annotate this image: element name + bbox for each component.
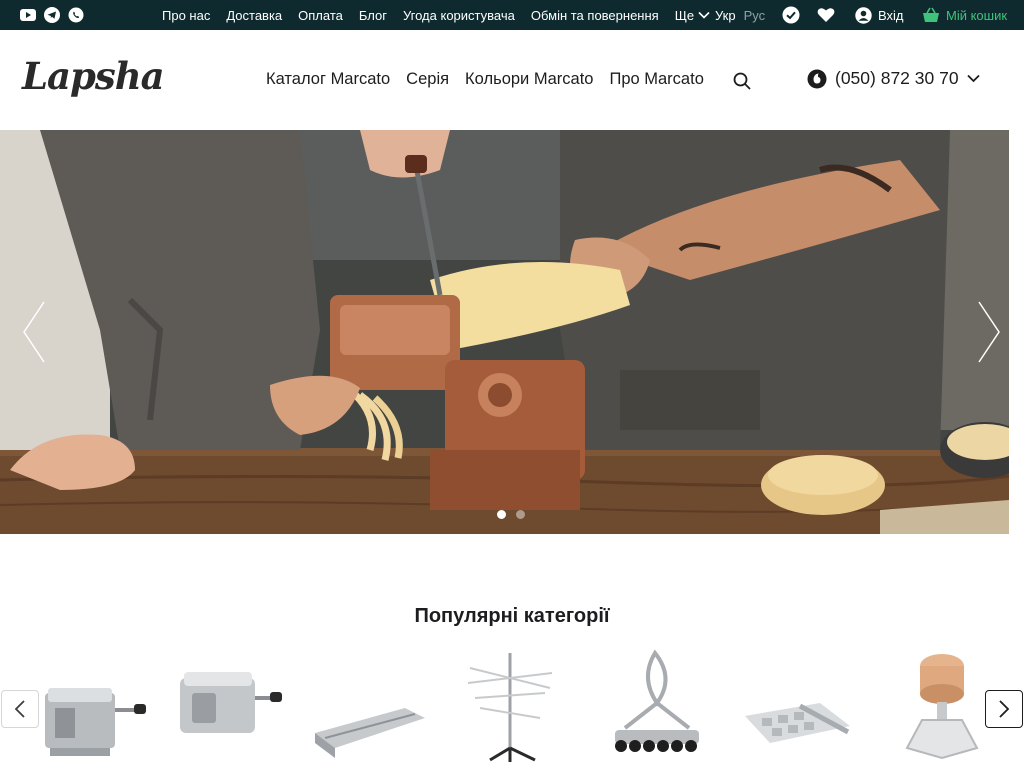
category-item[interactable] [170,648,290,768]
nav-about-marcato[interactable]: Про Marcato [609,70,703,89]
category-item[interactable] [30,648,150,768]
user-icon [855,6,872,24]
top-navigation: Про нас Доставка Оплата Блог Угода корис… [162,0,710,30]
login-label: Вхід [878,7,904,23]
category-item[interactable] [310,648,430,768]
slider-prev-arrow[interactable] [22,300,46,364]
pasta-drying-rack-icon [467,653,553,762]
lang-ukr[interactable]: Укр [715,8,736,23]
top-nav-exchange-return[interactable]: Обмін та повернення [531,8,659,23]
top-nav-blog[interactable]: Блог [359,8,387,23]
hero-image [0,130,1009,534]
top-bar: Про нас Доставка Оплата Блог Угода корис… [0,0,1024,30]
top-nav-delivery[interactable]: Доставка [226,8,282,23]
cart-button[interactable]: Мій кошик [922,0,1007,30]
youtube-icon[interactable] [20,7,36,23]
language-switcher: Укр Рус [715,0,765,30]
site-header: Lapsha Каталог Marcato Серія Кольори Mar… [0,30,1024,130]
phone-number: (050) 872 30 70 [835,68,959,88]
category-item[interactable] [740,648,860,768]
top-nav-user-agreement[interactable]: Угода користувача [403,8,515,23]
slider-pagination [497,510,525,519]
chevron-left-icon [14,700,25,718]
login-button[interactable]: Вхід [855,0,904,30]
top-nav-payment[interactable]: Оплата [298,8,343,23]
slider-next-arrow[interactable] [977,300,1001,364]
popular-categories-title: Популярні категорії [414,605,610,627]
pasta-machine-icon [45,688,146,756]
slider-dot-1[interactable] [497,510,506,519]
categories-prev-button[interactable] [1,690,39,728]
pasta-attachment-icon [315,708,425,758]
compare-check-icon[interactable] [782,6,800,24]
telegram-icon[interactable] [44,7,60,23]
main-navigation: Каталог Marcato Серія Кольори Marcato Пр… [266,70,704,89]
pasta-machine-wide-icon [180,672,282,733]
search-icon[interactable] [733,72,751,90]
viber-icon[interactable] [68,7,84,23]
slider-dot-2[interactable] [516,510,525,519]
social-links [20,7,84,23]
chevron-right-icon [999,700,1010,718]
category-item[interactable] [882,648,1002,768]
chevron-down-icon [966,74,980,83]
lang-rus[interactable]: Рус [744,8,766,23]
more-menu-label: Ще [674,7,695,23]
categories-next-button[interactable] [985,690,1023,728]
cart-label: Мій кошик [946,7,1008,23]
top-icons [782,6,835,24]
ravioli-tray-icon [745,703,850,743]
chevron-down-icon [698,11,710,19]
more-menu-button[interactable]: Ще [675,8,710,23]
nav-series[interactable]: Серія [406,70,449,89]
category-item[interactable] [595,648,715,768]
nav-colors-marcato[interactable]: Кольори Marcato [465,70,593,89]
categories-carousel [20,648,1020,768]
top-nav-about[interactable]: Про нас [162,8,210,23]
ravioli-stamp-icon [905,654,979,760]
hero-slider [0,130,1009,534]
nav-catalog-marcato[interactable]: Каталог Marcato [266,70,390,89]
vodafone-icon [807,69,827,88]
site-logo[interactable]: Lapsha [22,54,165,98]
basket-icon [923,7,939,22]
ravioli-cutter-icon [615,649,699,752]
wishlist-heart-icon[interactable] [817,6,835,24]
category-item[interactable] [450,648,570,768]
phone-dropdown[interactable]: (050) 872 30 70 [807,68,980,89]
